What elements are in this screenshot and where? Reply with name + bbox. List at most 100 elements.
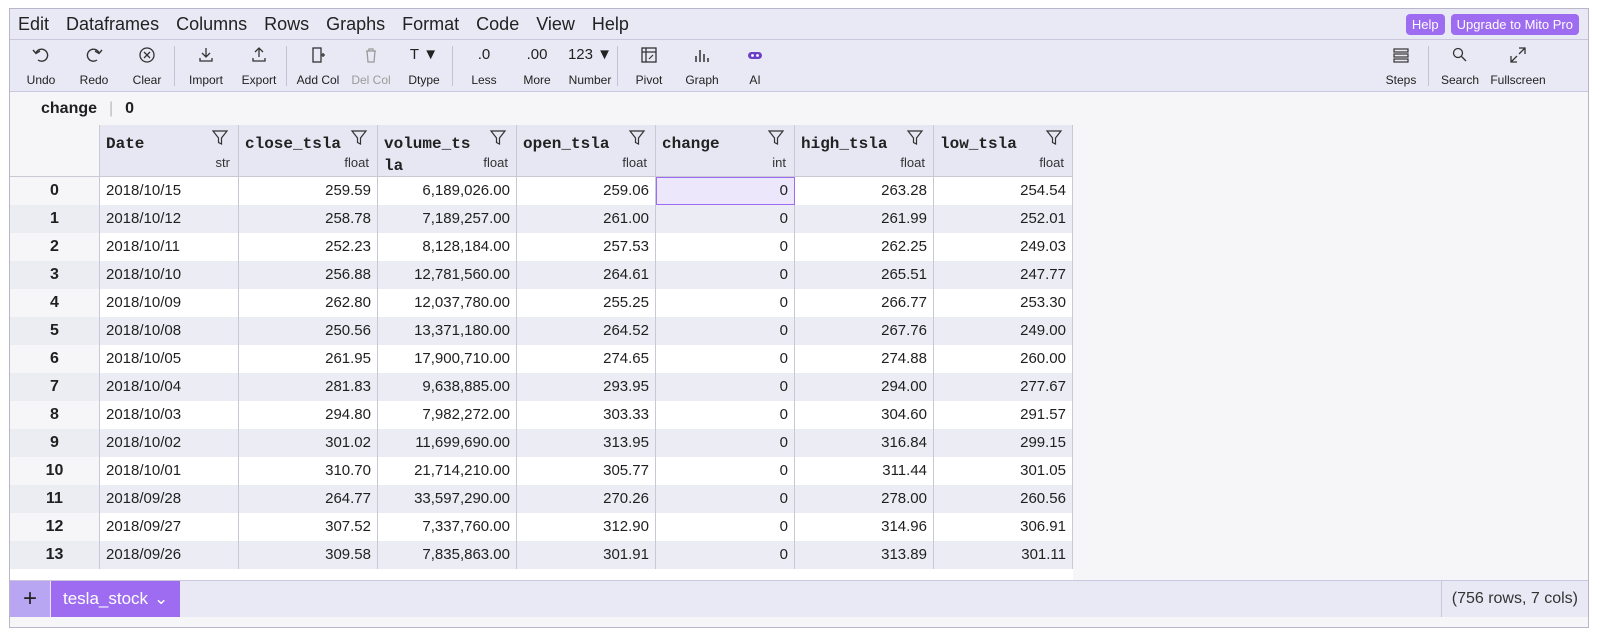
menu-dataframes[interactable]: Dataframes bbox=[58, 14, 168, 35]
column-header-change[interactable]: change int bbox=[656, 125, 795, 177]
table-cell[interactable]: 258.78 bbox=[239, 205, 378, 233]
table-cell[interactable]: 0 bbox=[656, 177, 795, 205]
ai-button[interactable]: AI bbox=[727, 45, 783, 87]
table-cell[interactable]: 2018/10/02 bbox=[100, 429, 239, 457]
number-format-button[interactable]: 123 ▼ Number bbox=[562, 45, 618, 87]
table-cell[interactable]: 17,900,710.00 bbox=[378, 345, 517, 373]
table-cell[interactable]: 294.80 bbox=[239, 401, 378, 429]
menu-graphs[interactable]: Graphs bbox=[318, 14, 394, 35]
row-index[interactable]: 0 bbox=[10, 177, 100, 205]
table-cell[interactable]: 12,781,560.00 bbox=[378, 261, 517, 289]
table-cell[interactable]: 2018/10/05 bbox=[100, 345, 239, 373]
table-cell[interactable]: 307.52 bbox=[239, 513, 378, 541]
table-cell[interactable]: 0 bbox=[656, 317, 795, 345]
table-cell[interactable]: 256.88 bbox=[239, 261, 378, 289]
menu-help[interactable]: Help bbox=[584, 14, 638, 35]
table-cell[interactable]: 299.15 bbox=[934, 429, 1073, 457]
del-col-button[interactable]: Del Col bbox=[343, 45, 399, 87]
row-index[interactable]: 3 bbox=[10, 261, 100, 289]
table-cell[interactable]: 261.00 bbox=[517, 205, 656, 233]
table-cell[interactable]: 8,128,184.00 bbox=[378, 233, 517, 261]
undo-button[interactable]: Undo bbox=[13, 45, 69, 87]
table-cell[interactable]: 2018/10/04 bbox=[100, 373, 239, 401]
less-decimals-button[interactable]: .0 Less bbox=[456, 45, 512, 87]
fullscreen-button[interactable]: Fullscreen bbox=[1490, 45, 1546, 87]
column-header-close-tsla[interactable]: close_tsla float bbox=[239, 125, 378, 177]
row-index[interactable]: 13 bbox=[10, 541, 100, 569]
table-cell[interactable]: 9,638,885.00 bbox=[378, 373, 517, 401]
filter-icon[interactable] bbox=[350, 129, 368, 147]
table-cell[interactable]: 11,699,690.00 bbox=[378, 429, 517, 457]
row-index[interactable]: 6 bbox=[10, 345, 100, 373]
table-cell[interactable]: 247.77 bbox=[934, 261, 1073, 289]
upgrade-button[interactable]: Upgrade to Mito Pro bbox=[1450, 13, 1579, 35]
table-cell[interactable]: 291.57 bbox=[934, 401, 1073, 429]
row-index[interactable]: 9 bbox=[10, 429, 100, 457]
table-cell[interactable]: 0 bbox=[656, 345, 795, 373]
column-header-date[interactable]: Date str bbox=[100, 125, 239, 177]
table-cell[interactable]: 304.60 bbox=[795, 401, 934, 429]
table-cell[interactable]: 7,835,863.00 bbox=[378, 541, 517, 569]
table-cell[interactable]: 2018/10/15 bbox=[100, 177, 239, 205]
table-cell[interactable]: 294.00 bbox=[795, 373, 934, 401]
table-cell[interactable]: 301.11 bbox=[934, 541, 1073, 569]
filter-icon[interactable] bbox=[1045, 129, 1063, 147]
table-cell[interactable]: 2018/10/08 bbox=[100, 317, 239, 345]
export-button[interactable]: Export bbox=[231, 45, 287, 87]
row-index[interactable]: 2 bbox=[10, 233, 100, 261]
table-cell[interactable]: 252.23 bbox=[239, 233, 378, 261]
table-cell[interactable]: 253.30 bbox=[934, 289, 1073, 317]
graph-button[interactable]: Graph bbox=[674, 45, 730, 87]
table-cell[interactable]: 313.89 bbox=[795, 541, 934, 569]
table-cell[interactable]: 2018/09/26 bbox=[100, 541, 239, 569]
table-cell[interactable]: 0 bbox=[656, 373, 795, 401]
table-cell[interactable]: 33,597,290.00 bbox=[378, 485, 517, 513]
table-cell[interactable]: 274.88 bbox=[795, 345, 934, 373]
column-header-low-tsla[interactable]: low_tsla float bbox=[934, 125, 1073, 177]
search-button[interactable]: Search bbox=[1432, 45, 1488, 87]
table-cell[interactable]: 2018/09/28 bbox=[100, 485, 239, 513]
filter-icon[interactable] bbox=[489, 129, 507, 147]
table-cell[interactable]: 278.00 bbox=[795, 485, 934, 513]
table-cell[interactable]: 2018/10/09 bbox=[100, 289, 239, 317]
filter-icon[interactable] bbox=[767, 129, 785, 147]
table-cell[interactable]: 311.44 bbox=[795, 457, 934, 485]
table-cell[interactable]: 259.59 bbox=[239, 177, 378, 205]
filter-icon[interactable] bbox=[906, 129, 924, 147]
table-cell[interactable]: 265.51 bbox=[795, 261, 934, 289]
table-cell[interactable]: 252.01 bbox=[934, 205, 1073, 233]
row-index[interactable]: 4 bbox=[10, 289, 100, 317]
table-cell[interactable]: 7,982,272.00 bbox=[378, 401, 517, 429]
filter-icon[interactable] bbox=[211, 129, 229, 147]
add-sheet-button[interactable]: + bbox=[10, 581, 50, 617]
table-cell[interactable]: 260.56 bbox=[934, 485, 1073, 513]
table-cell[interactable]: 0 bbox=[656, 289, 795, 317]
table-cell[interactable]: 2018/10/10 bbox=[100, 261, 239, 289]
table-cell[interactable]: 281.83 bbox=[239, 373, 378, 401]
row-index[interactable]: 8 bbox=[10, 401, 100, 429]
menu-view[interactable]: View bbox=[528, 14, 584, 35]
table-cell[interactable]: 264.61 bbox=[517, 261, 656, 289]
table-cell[interactable]: 0 bbox=[656, 429, 795, 457]
table-cell[interactable]: 259.06 bbox=[517, 177, 656, 205]
table-cell[interactable]: 249.03 bbox=[934, 233, 1073, 261]
table-cell[interactable]: 2018/10/11 bbox=[100, 233, 239, 261]
row-index[interactable]: 5 bbox=[10, 317, 100, 345]
table-cell[interactable]: 314.96 bbox=[795, 513, 934, 541]
table-cell[interactable]: 0 bbox=[656, 513, 795, 541]
table-cell[interactable]: 13,371,180.00 bbox=[378, 317, 517, 345]
table-cell[interactable]: 262.25 bbox=[795, 233, 934, 261]
chevron-down-icon[interactable]: ⌄ bbox=[154, 589, 168, 609]
table-cell[interactable]: 250.56 bbox=[239, 317, 378, 345]
table-cell[interactable]: 274.65 bbox=[517, 345, 656, 373]
table-cell[interactable]: 301.02 bbox=[239, 429, 378, 457]
table-cell[interactable]: 264.52 bbox=[517, 317, 656, 345]
table-cell[interactable]: 266.77 bbox=[795, 289, 934, 317]
sheet-tab-tesla-stock[interactable]: tesla_stock ⌄ bbox=[51, 581, 181, 617]
table-cell[interactable]: 254.54 bbox=[934, 177, 1073, 205]
steps-button[interactable]: Steps bbox=[1373, 45, 1429, 87]
table-cell[interactable]: 7,189,257.00 bbox=[378, 205, 517, 233]
table-cell[interactable]: 7,337,760.00 bbox=[378, 513, 517, 541]
table-cell[interactable]: 309.58 bbox=[239, 541, 378, 569]
table-cell[interactable]: 0 bbox=[656, 485, 795, 513]
